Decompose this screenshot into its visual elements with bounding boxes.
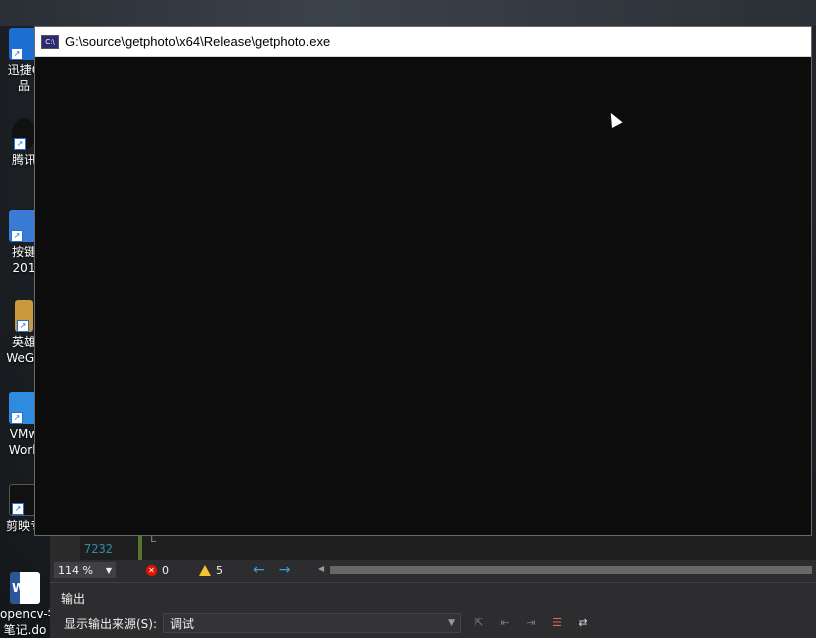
warning-count[interactable]: 5: [216, 564, 223, 577]
desktop-icon-label: opencv-学: [0, 607, 50, 621]
code-editor[interactable]: 7232 L: [50, 532, 816, 560]
editor-status-bar: 114 % ▼ ✕ 0 5 ← → ◀: [50, 560, 816, 580]
clear-all-icon[interactable]: ☰: [549, 615, 565, 631]
error-icon[interactable]: ✕: [146, 564, 157, 576]
warning-icon[interactable]: [199, 564, 211, 576]
console-output-area[interactable]: [35, 57, 811, 535]
wegame-icon: ↗: [15, 300, 33, 332]
console-window[interactable]: C:\ G:\source\getphoto\x64\Release\getph…: [34, 26, 812, 536]
desktop-icon-7[interactable]: W opencv-学 笔记.do: [0, 572, 50, 638]
chevron-down-icon: ▼: [448, 618, 456, 628]
change-marker: [138, 536, 142, 560]
output-source-label: 显示输出来源(S):: [64, 616, 158, 631]
console-app-icon: C:\: [41, 34, 59, 49]
line-number: 7232: [84, 542, 113, 556]
console-window-title: G:\source\getphoto\x64\Release\getphoto.…: [65, 34, 331, 49]
navigate-back-icon[interactable]: ←: [253, 562, 265, 578]
horizontal-scrollbar[interactable]: ◀: [318, 564, 814, 576]
find-message-icon[interactable]: ⇱: [471, 615, 487, 631]
previous-message-icon[interactable]: ⇤: [497, 615, 513, 631]
output-panel-header: 输出: [50, 582, 816, 609]
output-source-value: 调试: [170, 616, 195, 631]
error-count[interactable]: 0: [162, 564, 169, 577]
visual-studio-window: 7232 L 114 % ▼ ✕ 0 5 ← → ◀ 输出 显示输出来源(S):…: [50, 532, 816, 638]
zoom-dropdown[interactable]: 114 % ▼: [54, 562, 116, 578]
output-toolbar: 显示输出来源(S): 调试 ▼ ⇱ ⇤ ⇥ ☰ ⇄: [50, 608, 816, 638]
editor-gutter: [50, 536, 80, 560]
output-source-select[interactable]: 调试 ▼: [163, 613, 462, 633]
chevron-down-icon: ▼: [105, 565, 112, 575]
navigate-forward-icon[interactable]: →: [279, 562, 291, 578]
desktop-icon-label: 笔记.do: [3, 623, 47, 637]
scrollbar-thumb[interactable]: [330, 566, 812, 574]
word-document-icon: W: [10, 572, 40, 604]
toggle-word-wrap-icon[interactable]: ⇄: [575, 615, 591, 631]
output-panel-title: 输出: [61, 592, 86, 606]
scroll-left-icon[interactable]: ◀: [318, 564, 324, 573]
console-title-bar[interactable]: C:\ G:\source\getphoto\x64\Release\getph…: [35, 27, 811, 57]
qq-penguin-icon: ↗: [12, 118, 36, 150]
next-message-icon[interactable]: ⇥: [523, 615, 539, 631]
desktop-wallpaper-strip: [0, 0, 816, 26]
zoom-value: 114 %: [58, 563, 93, 577]
